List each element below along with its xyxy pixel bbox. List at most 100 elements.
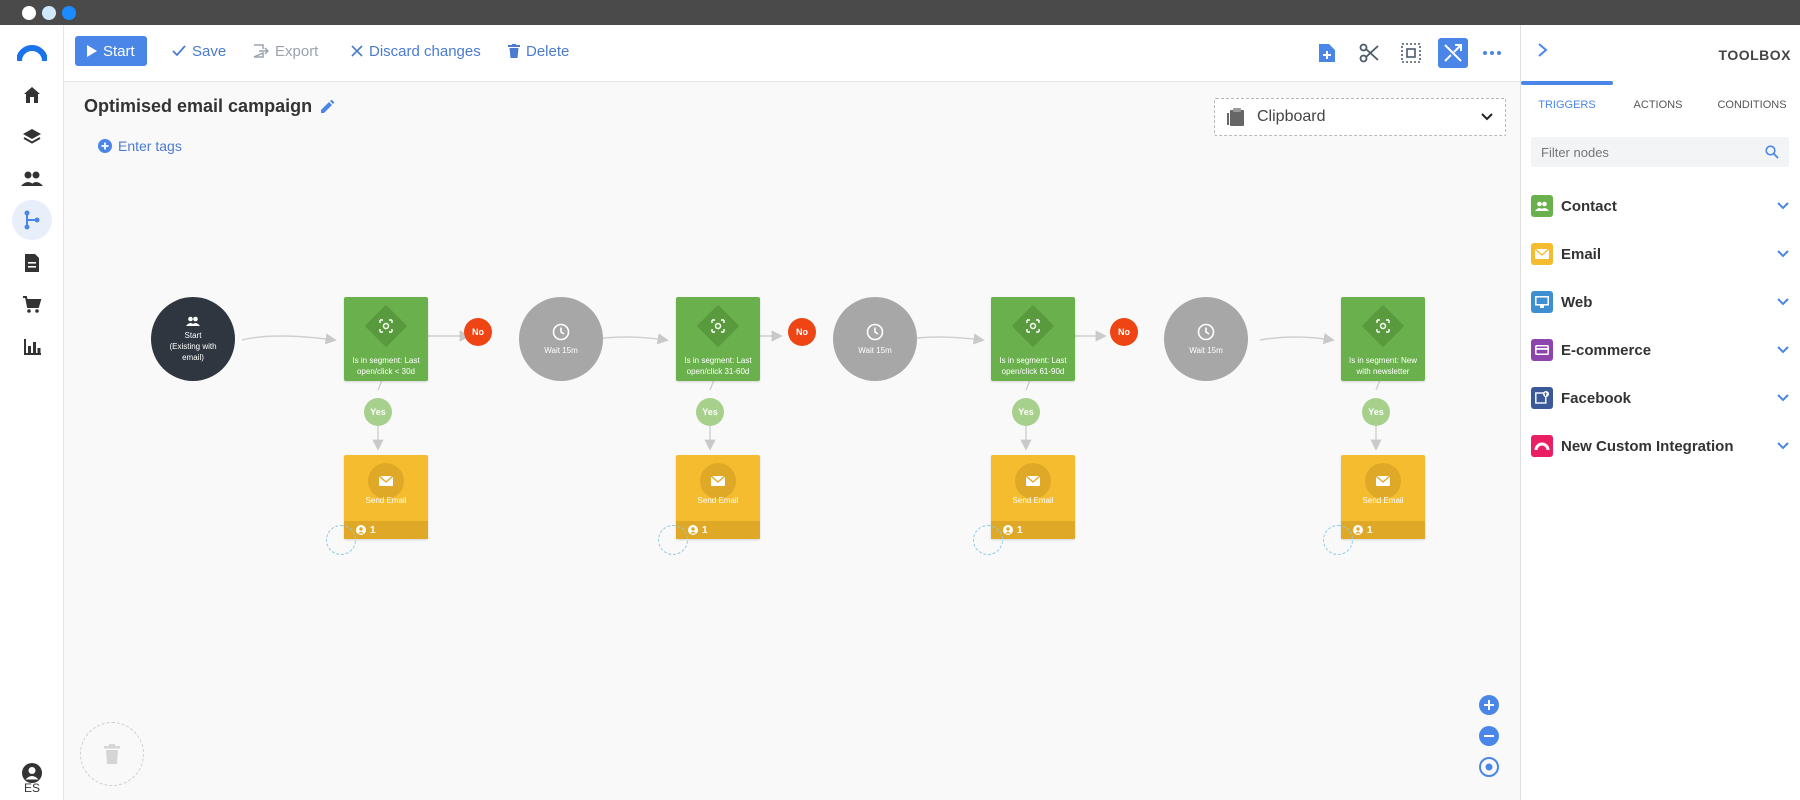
- delete-button[interactable]: Delete: [500, 36, 577, 66]
- zoom-in-button[interactable]: [1478, 694, 1500, 716]
- contacts-icon: [186, 316, 200, 326]
- target-icon: [1479, 757, 1499, 777]
- wait-node[interactable]: Wait 15m: [1164, 297, 1248, 381]
- export-button[interactable]: Export: [245, 36, 326, 66]
- condition-node[interactable]: Is in segment: Last open/click 31-60d: [676, 297, 760, 381]
- shuffle-icon[interactable]: [1438, 38, 1468, 68]
- loop-connector-handle[interactable]: [973, 525, 1003, 555]
- clock-icon: [1197, 323, 1215, 340]
- tab-triggers[interactable]: TRIGGERS: [1521, 85, 1613, 125]
- add-node-icon[interactable]: [1312, 38, 1342, 68]
- send-email-node[interactable]: Send Email 1: [1341, 455, 1425, 539]
- yes-badge[interactable]: Yes: [364, 398, 392, 426]
- filter-nodes-input[interactable]: [1541, 144, 1765, 160]
- filter-nodes-field: [1531, 137, 1789, 167]
- chevron-down-icon: [1777, 298, 1789, 306]
- email-count: 1: [370, 524, 376, 536]
- save-button[interactable]: Save: [164, 36, 234, 66]
- send-email-node[interactable]: Send Email 1: [676, 455, 760, 539]
- email-count: 1: [702, 524, 708, 536]
- category-label: Email: [1561, 245, 1602, 263]
- workflow-canvas[interactable]: Optimised email campaign Enter tags Clip…: [64, 82, 1520, 800]
- workflow-toolbar: Start Save Export Discard changes Delete: [64, 25, 1520, 82]
- chevron-down-icon: [1777, 442, 1789, 450]
- category-contact[interactable]: Contact: [1531, 191, 1789, 221]
- start-node-line1: Start: [184, 330, 202, 340]
- tab-actions[interactable]: ACTIONS: [1613, 85, 1703, 125]
- language-label[interactable]: ES: [0, 781, 64, 795]
- no-badge[interactable]: No: [788, 318, 816, 346]
- more-icon[interactable]: [1477, 38, 1507, 68]
- email-count: 1: [1017, 524, 1023, 536]
- chart-icon[interactable]: [16, 331, 48, 363]
- chevron-down-icon: [1777, 394, 1789, 402]
- category-ecommerce[interactable]: E-commerce: [1531, 335, 1789, 365]
- scissors-icon[interactable]: [1354, 38, 1384, 68]
- category-new-custom-integration[interactable]: New Custom Integration: [1531, 431, 1789, 461]
- window-close-dot[interactable]: [22, 6, 36, 20]
- wait-node[interactable]: Wait 15m: [833, 297, 917, 381]
- no-badge[interactable]: No: [464, 318, 492, 346]
- envelope-icon: [700, 463, 736, 499]
- wait-label: Wait 15m: [858, 345, 892, 355]
- condition-node[interactable]: Is in segment: New with newsletter: [1341, 297, 1425, 381]
- center-view-button[interactable]: [1478, 756, 1500, 778]
- clock-icon: [866, 323, 884, 340]
- user-icon: [688, 525, 698, 535]
- category-email[interactable]: Email: [1531, 239, 1789, 269]
- select-area-icon[interactable]: [1396, 38, 1426, 68]
- workflow-icon[interactable]: [12, 200, 52, 240]
- category-facebook[interactable]: Facebook: [1531, 383, 1789, 413]
- send-email-node[interactable]: Send Email 1: [344, 455, 428, 539]
- wait-node[interactable]: Wait 15m: [519, 297, 603, 381]
- send-email-label: Send Email: [1012, 496, 1054, 505]
- start-node[interactable]: Start (Existing with email): [151, 297, 235, 381]
- window-maximize-dot[interactable]: [62, 6, 76, 20]
- export-button-label: Export: [275, 42, 319, 60]
- yes-badge[interactable]: Yes: [696, 398, 724, 426]
- brand-logo-icon[interactable]: [16, 37, 48, 69]
- loop-connector-handle[interactable]: [658, 525, 688, 555]
- category-label: Facebook: [1561, 389, 1632, 407]
- no-badge[interactable]: No: [1110, 318, 1138, 346]
- discard-changes-button[interactable]: Discard changes: [343, 36, 489, 66]
- search-icon[interactable]: [1765, 145, 1779, 159]
- window-titlebar: [0, 0, 1800, 25]
- loop-connector-handle[interactable]: [326, 525, 356, 555]
- zoom-out-button[interactable]: [1478, 725, 1500, 747]
- cart-icon[interactable]: [16, 289, 48, 321]
- play-icon: [87, 45, 97, 57]
- send-email-label: Send Email: [697, 496, 739, 505]
- start-button[interactable]: Start: [75, 36, 147, 66]
- condition-line2: open/click 31-60d: [686, 367, 750, 376]
- category-web[interactable]: Web: [1531, 287, 1789, 317]
- condition-line2: with newsletter: [1356, 367, 1410, 376]
- window-minimize-dot[interactable]: [42, 6, 56, 20]
- condition-line2: open/click 61-90d: [1001, 367, 1065, 376]
- wait-label: Wait 15m: [544, 345, 578, 355]
- start-node-line2: (Existing with: [169, 341, 217, 351]
- condition-node[interactable]: Is in segment: Last open/click < 30d: [344, 297, 428, 381]
- chevron-down-icon: [1777, 346, 1789, 354]
- tab-conditions[interactable]: CONDITIONS: [1703, 85, 1800, 125]
- condition-node[interactable]: Is in segment: Last open/click 61-90d: [991, 297, 1075, 381]
- send-email-node[interactable]: Send Email 1: [991, 455, 1075, 539]
- export-icon: [253, 44, 269, 58]
- send-email-label: Send Email: [365, 496, 407, 505]
- save-button-label: Save: [192, 42, 227, 60]
- layers-icon[interactable]: [16, 121, 48, 153]
- envelope-icon: [1015, 463, 1051, 499]
- segment-target-icon: [1375, 318, 1391, 334]
- yes-badge[interactable]: Yes: [1362, 398, 1390, 426]
- document-icon[interactable]: [16, 247, 48, 279]
- toolbox-tabs: TRIGGERS ACTIONS CONDITIONS: [1521, 85, 1800, 125]
- trash-drop-zone[interactable]: [80, 722, 144, 786]
- envelope-icon: [1531, 243, 1553, 265]
- yes-badge[interactable]: Yes: [1012, 398, 1040, 426]
- wait-label: Wait 15m: [1189, 345, 1223, 355]
- chevron-right-icon[interactable]: [1537, 43, 1549, 57]
- home-icon[interactable]: [16, 79, 48, 111]
- loop-connector-handle[interactable]: [1323, 525, 1353, 555]
- contacts-icon[interactable]: [16, 163, 48, 195]
- envelope-icon: [1365, 463, 1401, 499]
